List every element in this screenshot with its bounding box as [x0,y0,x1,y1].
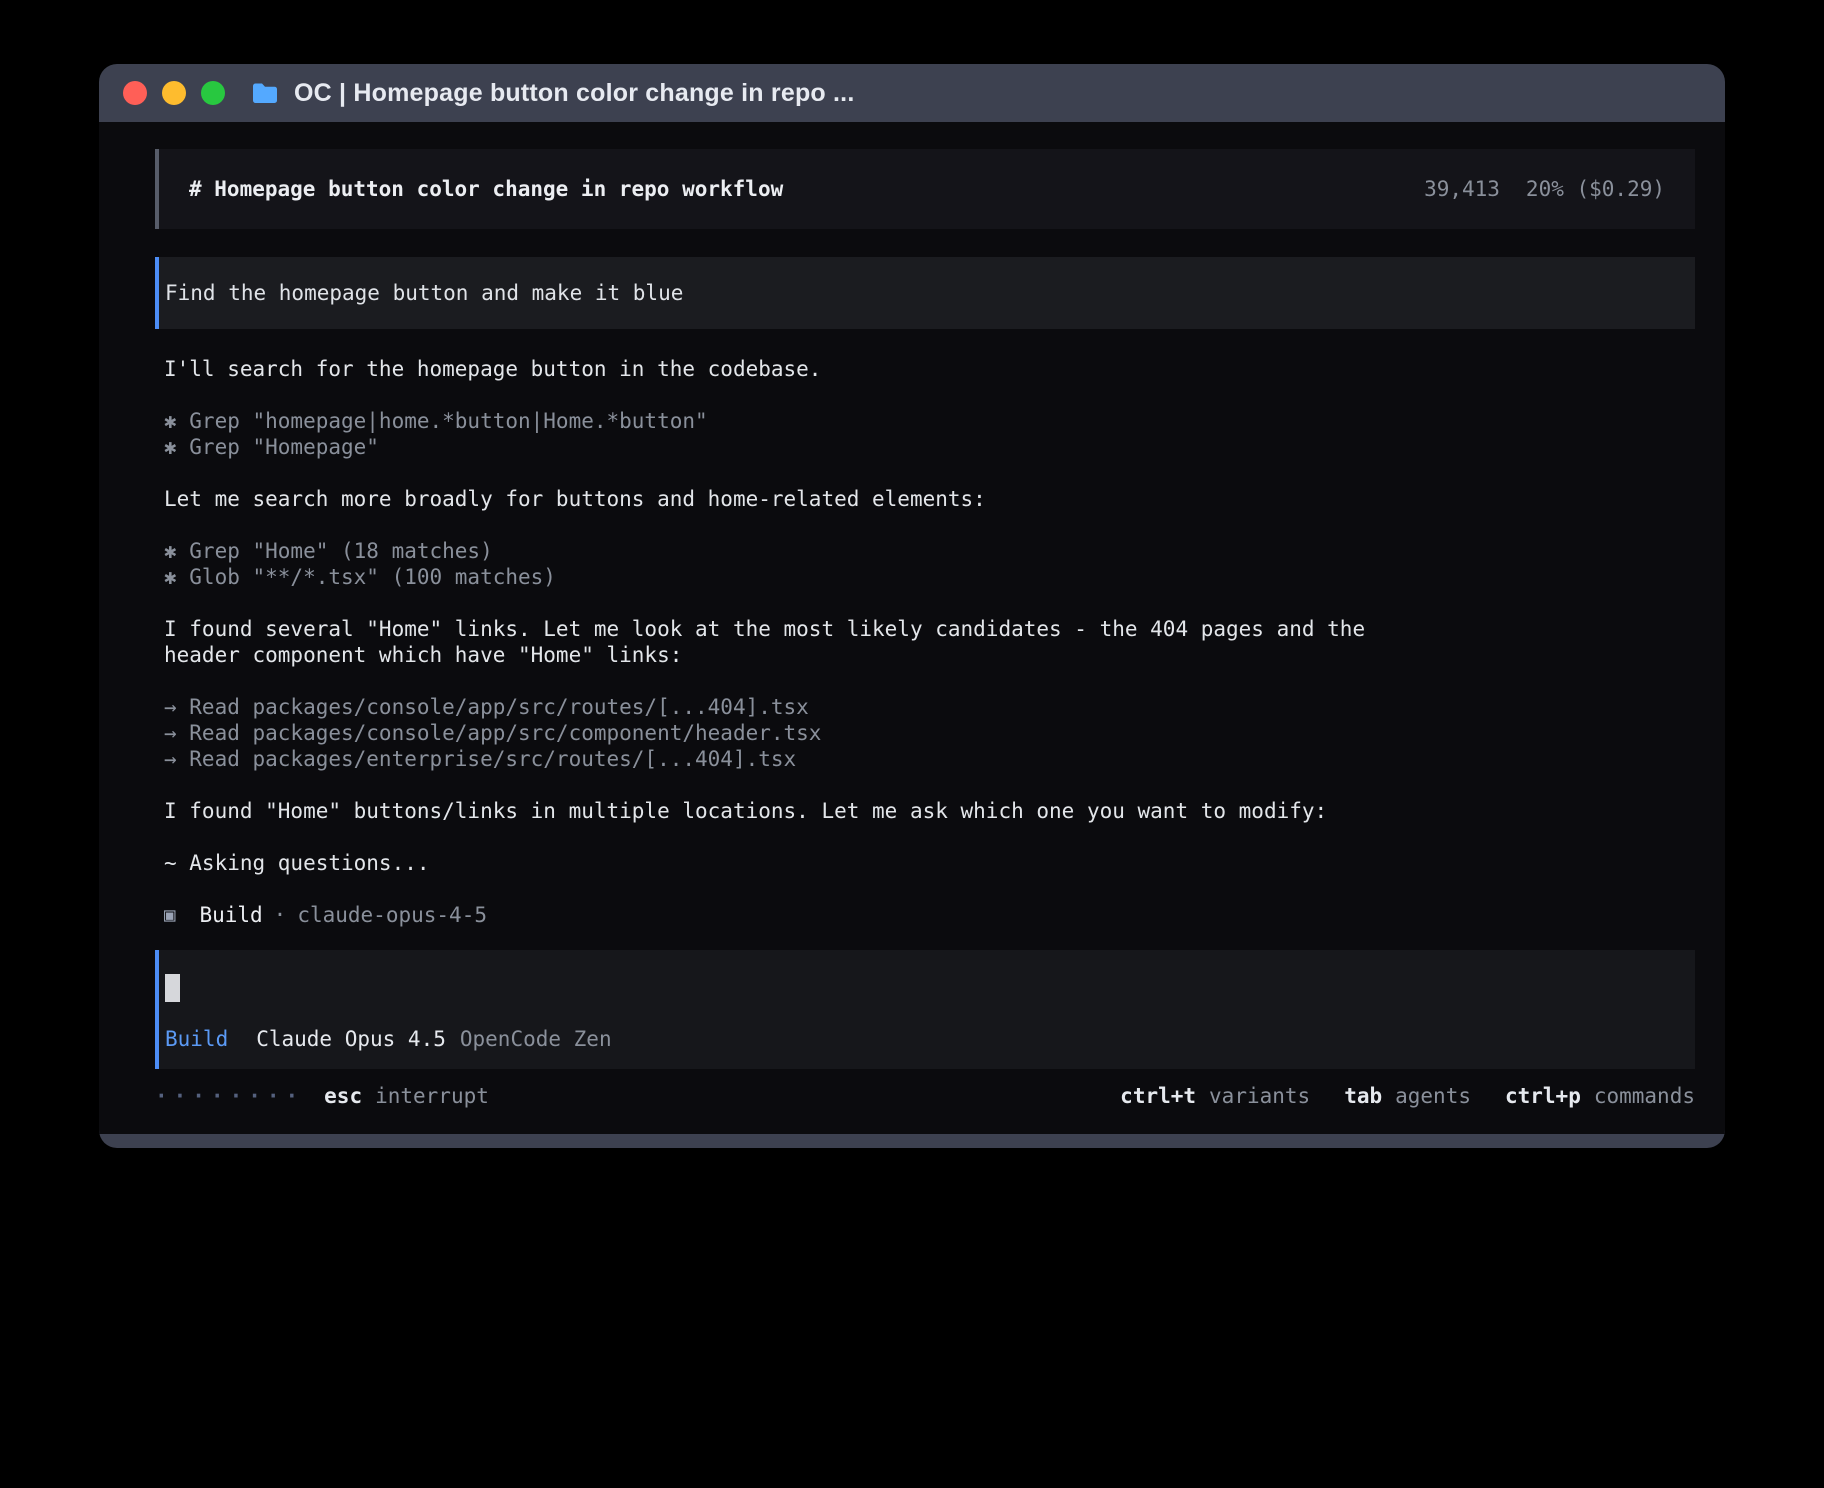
session-metrics: 39,413 20% ($0.29) [1424,176,1665,202]
text-cursor [165,974,180,1002]
interrupt-label: interrupt [375,1083,489,1109]
status-bar: ········ esc interrupt ctrl+t variants t… [155,1081,1695,1111]
tool-call-grep: ✱ Grep "homepage|home.*button|Home.*butt… [164,408,1695,434]
tool-call-glob: ✱ Glob "**/*.tsx" (100 matches) [164,564,1695,590]
composer-info-row: Build Claude Opus 4.5 OpenCode Zen [165,1026,1695,1052]
variants-key-hint: ctrl+t [1120,1083,1196,1109]
tool-call-read: → Read packages/enterprise/src/routes/[.… [164,746,1695,772]
close-window-button[interactable] [123,81,147,105]
terminal-content: # Homepage button color change in repo w… [99,122,1725,1134]
composer[interactable]: Build Claude Opus 4.5 OpenCode Zen [155,950,1695,1069]
window-title: OC | Homepage button color change in rep… [294,79,854,108]
assistant-text: I found several "Home" links. Let me loo… [164,616,1695,642]
tool-call-grep: ✱ Grep "Homepage" [164,434,1695,460]
token-count: 39,413 [1424,176,1500,202]
assistant-status-text: ~ Asking questions... [164,850,1695,876]
agents-label: agents [1395,1083,1471,1109]
user-message-text: Find the homepage button and make it blu… [165,280,683,306]
assistant-text: Let me search more broadly for buttons a… [164,486,1695,512]
commands-label: commands [1594,1083,1695,1109]
window-controls [123,81,225,105]
status-right: ctrl+t variants tab agents ctrl+p comman… [1120,1083,1695,1109]
status-left: ········ esc interrupt [155,1083,489,1109]
variants-label: variants [1209,1083,1310,1109]
assistant-text: I'll search for the homepage button in t… [164,356,1695,382]
user-message: Find the homepage button and make it blu… [155,257,1695,329]
assistant-text: I found "Home" buttons/links in multiple… [164,798,1695,824]
agent-model: claude-opus-4-5 [297,902,487,928]
agent-status-line: ▣ Build · claude-opus-4-5 [164,902,1695,928]
commands-key-hint: ctrl+p [1505,1083,1581,1109]
esc-key-hint: esc [324,1083,362,1109]
agent-separator: · [274,902,287,928]
session-title: # Homepage button color change in repo w… [189,176,783,202]
composer-agent[interactable]: Build [165,1026,228,1052]
composer-model[interactable]: Claude Opus 4.5 [256,1026,446,1052]
zoom-window-button[interactable] [201,81,225,105]
minimize-window-button[interactable] [162,81,186,105]
tool-call-grep: ✱ Grep "Home" (18 matches) [164,538,1695,564]
tool-call-read: → Read packages/console/app/src/routes/[… [164,694,1695,720]
agent-icon: ▣ [164,902,175,928]
window-titlebar[interactable]: OC | Homepage button color change in rep… [99,64,1725,122]
agents-key-hint: tab [1344,1083,1382,1109]
session-header: # Homepage button color change in repo w… [155,149,1695,229]
terminal-window: OC | Homepage button color change in rep… [99,64,1725,1148]
progress-dots: ········ [155,1083,304,1109]
assistant-text: header component which have "Home" links… [164,642,1695,668]
assistant-transcript: I'll search for the homepage button in t… [164,356,1695,928]
agent-name: Build [199,902,262,928]
folder-icon [251,82,279,105]
composer-provider: OpenCode Zen [460,1026,612,1052]
tool-call-read: → Read packages/console/app/src/componen… [164,720,1695,746]
context-usage-cost: 20% ($0.29) [1526,176,1665,202]
